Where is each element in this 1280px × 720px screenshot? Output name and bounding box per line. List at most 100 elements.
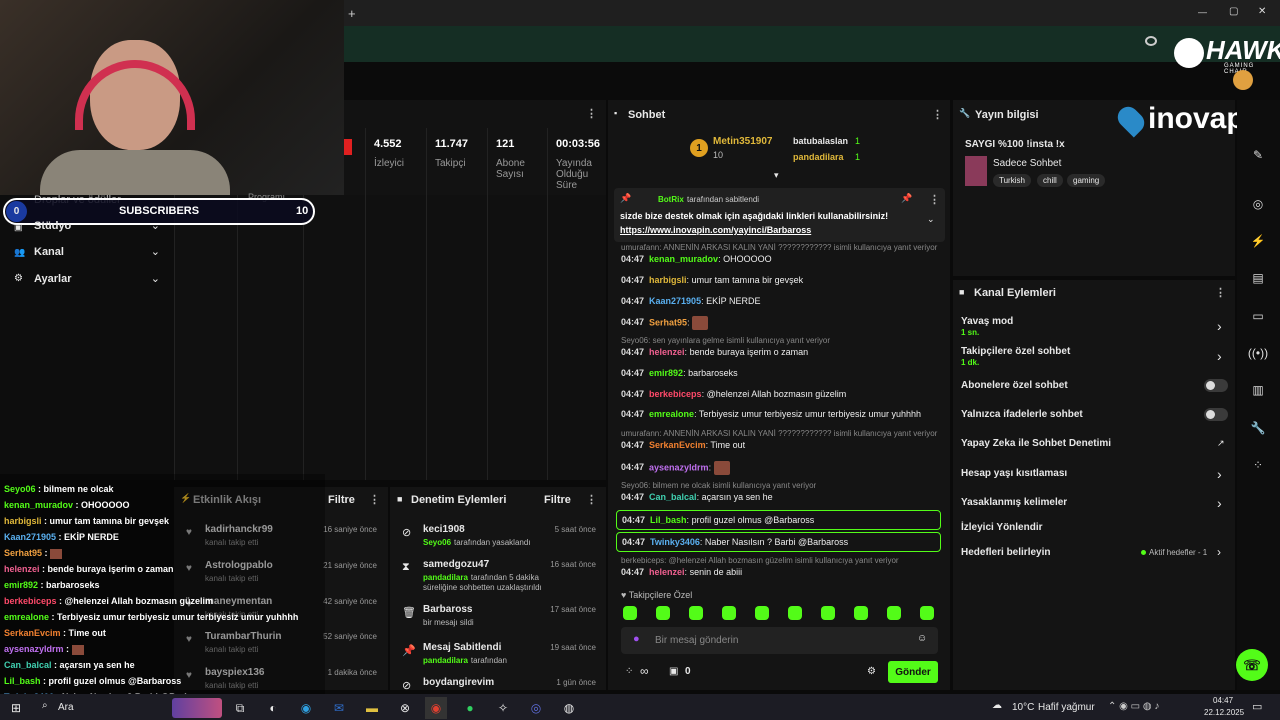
chat-message[interactable]: 04:47 emir892: barbaroseks — [621, 368, 738, 378]
notification-icon[interactable]: ▭ — [1252, 700, 1262, 713]
spotify-icon[interactable]: ● — [459, 697, 481, 719]
chat-icon[interactable]: ▭ — [1245, 303, 1271, 329]
emote-icon[interactable] — [755, 606, 769, 620]
obs-icon[interactable]: ◍ — [558, 697, 580, 719]
mod-menu-icon[interactable]: ⋮ — [586, 493, 597, 506]
channel-action[interactable]: Yapay Zeka ile Sohbet Denetimi ↗ — [961, 438, 1229, 464]
discord-icon[interactable]: ◎ — [525, 697, 547, 719]
emote-icon[interactable] — [821, 606, 835, 620]
message-user[interactable]: Twinky3406 — [650, 537, 700, 547]
channel-action[interactable]: Hesap yaşı kısıtlaması › — [961, 466, 1229, 494]
mod-row[interactable]: 🗑 Barbaross bir mesajı sildi 17 saat önce — [396, 602, 602, 638]
mod-actor[interactable]: pandadilara — [423, 573, 468, 582]
reply-context[interactable]: Seyo06: sen yayınlara gelme isimli kulla… — [621, 336, 939, 345]
clock-date[interactable]: 22.12.2025 — [1204, 708, 1244, 717]
top-gifter-name[interactable]: Metin351907 — [713, 136, 772, 147]
maximize-button[interactable]: ▢ — [1229, 6, 1238, 17]
message-user[interactable]: SerkanEvcim — [649, 440, 706, 450]
chat-message[interactable]: 04:47 Serhat95: — [621, 316, 709, 330]
chat-message[interactable]: 04:47 helenzei: bende buraya işerim o zam… — [621, 347, 808, 357]
message-user[interactable]: Lil_bash — [650, 515, 687, 525]
channel-action[interactable]: Hedefleri belirleyin Aktif hedefler - 1 › — [961, 545, 1229, 573]
message-user[interactable]: helenzei — [649, 347, 685, 357]
tag[interactable]: chill — [1037, 174, 1063, 187]
points-icon[interactable]: ⁘ — [625, 666, 633, 677]
reply-context[interactable]: Seyo06: bilmem ne olcak isimli kullanıcı… — [621, 481, 939, 490]
emote-icon[interactable] — [623, 606, 637, 620]
expand-leaderboard-icon[interactable]: ▾ — [774, 170, 779, 181]
bolt-icon[interactable]: ⚡ — [1245, 228, 1271, 254]
clock-time[interactable]: 04:47 — [1213, 696, 1233, 705]
mod-row[interactable]: 📌 Mesaj Sabitlendi pandadilara tarafından 19… — [396, 640, 602, 676]
app-icon[interactable]: ✧ — [492, 697, 514, 719]
nav-item-settings[interactable]: ⚙ Ayarlar ⌄ — [14, 273, 160, 289]
activity-menu-icon[interactable]: ⋮ — [369, 493, 380, 506]
chrome-icon[interactable]: ◉ — [425, 697, 447, 719]
message-user[interactable]: emrealone — [649, 409, 694, 419]
reply-context[interactable]: umurafann: ANNENİN ARKASI KALIN YANİ ???… — [621, 243, 939, 252]
emote-icon[interactable] — [854, 606, 868, 620]
outlook-icon[interactable]: ✉ — [328, 697, 350, 719]
pinned-menu-icon[interactable]: ⋮ — [929, 193, 940, 206]
layout-icon[interactable]: ▥ — [1245, 377, 1271, 403]
support-button[interactable]: ☏ — [1236, 649, 1268, 681]
message-user[interactable]: berkebiceps — [649, 389, 702, 399]
edge-icon[interactable]: ◉ — [295, 697, 317, 719]
new-tab-button[interactable]: + — [348, 6, 356, 21]
emote-icon[interactable] — [887, 606, 901, 620]
activity-filter-button[interactable]: Filtre — [328, 494, 355, 506]
channel-action[interactable]: Yalnızca ifadelerle sohbet — [961, 408, 1229, 435]
chat-message[interactable]: 04:47 emrealone: Terbiyesiz umur terbiyes… — [621, 409, 921, 419]
chat-message[interactable]: 04:47 harbigsli: umur tam tamına bir gevş… — [621, 275, 803, 285]
message-user[interactable]: harbigsli — [649, 275, 687, 285]
task-view-icon[interactable]: ⧉ — [229, 697, 251, 719]
emote-icon[interactable] — [656, 606, 670, 620]
unpin-icon[interactable]: 📌 — [901, 193, 912, 204]
emote-icon[interactable] — [920, 606, 934, 620]
points-icon[interactable]: ⁘ — [1245, 452, 1271, 478]
chat-message[interactable]: 04:47 helenzei: senin de abiii — [621, 567, 742, 577]
broadcast-icon[interactable]: ((•)) — [1245, 340, 1271, 366]
chat-message[interactable]: 04:47 Twinky3406: Naber Nasılsın ? Barbi … — [616, 532, 941, 552]
edit-icon[interactable]: ✎ — [1245, 142, 1271, 168]
emote-icon[interactable] — [722, 606, 736, 620]
channel-action[interactable]: İzleyici Yönlendir — [961, 522, 1229, 548]
external-link-icon[interactable]: ↗ — [1217, 438, 1225, 449]
message-user[interactable]: kenan_muradov — [649, 254, 718, 264]
pinned-link[interactable]: https://www.inovapin.com/yayinci/Barbaro… — [620, 225, 811, 235]
message-user[interactable]: Kaan271905 — [649, 296, 701, 306]
mod-actor[interactable]: pandadilara — [423, 656, 468, 665]
tag[interactable]: Turkish — [993, 174, 1031, 187]
mic-icon[interactable]: ● — [633, 633, 640, 645]
message-user[interactable]: aysenazyldrm — [649, 462, 709, 472]
tray-icons[interactable]: ⌃ ◉ ▭ ◍ ♪ — [1108, 701, 1159, 712]
message-user[interactable]: Can_balcal — [649, 492, 697, 502]
chat-settings-icon[interactable]: ⚙ — [867, 666, 876, 677]
chat-message[interactable]: 04:47 SerkanEvcim: Time out — [621, 440, 745, 450]
emote-icon[interactable] — [689, 606, 703, 620]
mod-filter-button[interactable]: Filtre — [544, 494, 571, 506]
camera-icon[interactable]: ◎ — [1245, 191, 1271, 217]
message-user[interactable]: emir892 — [649, 368, 683, 378]
folder-icon[interactable]: ▬ — [361, 697, 383, 719]
mod-row[interactable]: ⧗ samedgozu47 pandadilara tarafından 5 daki… — [396, 557, 602, 593]
chat-message[interactable]: 04:47 Can_balcal: açarsın ya sen he — [621, 492, 773, 502]
avatar[interactable] — [1233, 70, 1253, 90]
chevron-down-icon[interactable]: ⌄ — [927, 214, 935, 225]
gift-icon[interactable]: ▣ — [669, 666, 678, 677]
copilot-icon[interactable]: ◐ — [262, 697, 284, 719]
mod-row[interactable]: ⊘ keci1908 Seyo06 tarafından yasaklandı 5 sa… — [396, 522, 602, 558]
chat-message[interactable]: 04:47 Kaan271905: EKİP NERDE — [621, 296, 760, 306]
channel-action[interactable]: Abonelere özel sohbet — [961, 379, 1229, 406]
message-user[interactable]: helenzei — [649, 567, 685, 577]
actions-menu-icon[interactable]: ⋮ — [1215, 286, 1226, 299]
pinned-by[interactable]: BotRix — [658, 195, 684, 204]
nav-item-channel[interactable]: 👥 Kanal ⌄ — [14, 246, 160, 262]
reply-context[interactable]: umurafann: ANNENİN ARKASI KALIN YANİ ???… — [621, 429, 939, 438]
channel-action[interactable]: Takipçilere özel sohbet 1 dk. › — [961, 346, 1229, 372]
category-name[interactable]: Sadece Sohbet — [993, 158, 1061, 169]
address-bar[interactable] — [344, 26, 1280, 62]
nav-item-studio[interactable]: ▣ Stüdyo ⌄ — [14, 220, 160, 236]
chat-message[interactable]: 04:47 aysenazyldrm: — [621, 461, 730, 475]
stats-menu-icon[interactable]: ⋮ — [586, 107, 597, 120]
